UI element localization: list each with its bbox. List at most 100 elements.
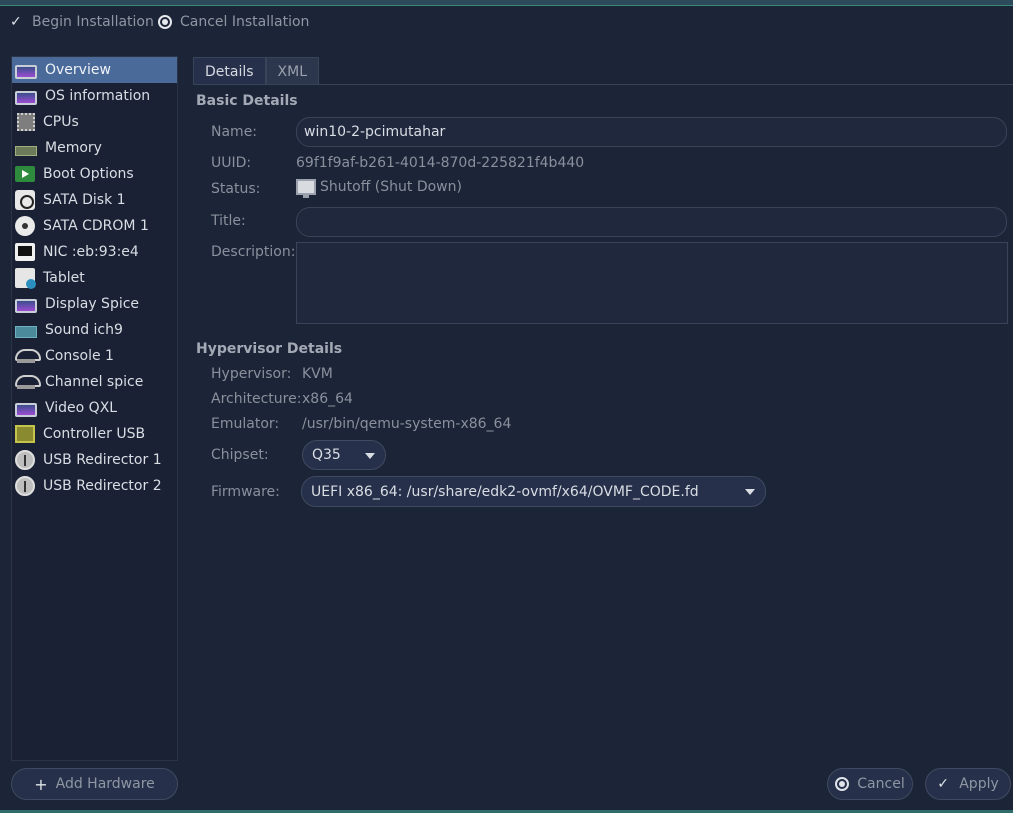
add-hardware-button[interactable]: + Add Hardware bbox=[11, 768, 178, 800]
sidebar-item-memory[interactable]: Memory bbox=[12, 135, 177, 161]
usb-controller-icon bbox=[15, 425, 35, 443]
description-textarea[interactable] bbox=[296, 242, 1008, 324]
plus-icon: + bbox=[34, 774, 48, 794]
sidebar-item-label: Controller USB bbox=[43, 426, 146, 442]
description-label: Description: bbox=[211, 244, 296, 260]
name-field[interactable]: win10-2-pcimutahar bbox=[296, 117, 1007, 147]
chipset-label: Chipset: bbox=[211, 447, 269, 463]
architecture-value: x86_64 bbox=[302, 391, 353, 407]
sidebar-item-console-1[interactable]: Console 1 bbox=[12, 343, 177, 369]
sidebar-item-video-qxl[interactable]: Video QXL bbox=[12, 395, 177, 421]
cancel-button[interactable]: Cancel bbox=[827, 768, 913, 800]
firmware-label: Firmware: bbox=[211, 484, 280, 500]
sidebar-item-display-spice[interactable]: Display Spice bbox=[12, 291, 177, 317]
cancel-label: Cancel bbox=[857, 776, 905, 792]
sidebar-item-nic[interactable]: NIC :eb:93:e4 bbox=[12, 239, 177, 265]
sidebar-item-label: Display Spice bbox=[45, 296, 140, 312]
sidebar-item-label: Boot Options bbox=[43, 166, 134, 182]
sidebar-item-label: Console 1 bbox=[45, 348, 114, 364]
details-panel: Basic Details Name: win10-2-pcimutahar U… bbox=[193, 84, 1013, 764]
disk-icon bbox=[15, 190, 35, 210]
monitor-shutoff-icon bbox=[296, 179, 316, 198]
cancel-installation-label: Cancel Installation bbox=[180, 14, 310, 30]
memory-icon bbox=[15, 145, 37, 156]
status-value: Shutoff (Shut Down) bbox=[320, 179, 462, 195]
cdrom-icon bbox=[15, 216, 35, 236]
monitor-icon bbox=[15, 64, 37, 79]
sidebar-item-boot-options[interactable]: Boot Options bbox=[12, 161, 177, 187]
sidebar-item-label: Sound ich9 bbox=[45, 322, 123, 338]
sidebar-item-label: USB Redirector 2 bbox=[43, 478, 162, 494]
sidebar-item-controller-usb[interactable]: Controller USB bbox=[12, 421, 177, 447]
uuid-label: UUID: bbox=[211, 155, 252, 171]
apply-button[interactable]: ✓ Apply bbox=[925, 768, 1011, 800]
toolbar: ✓ Begin Installation Cancel Installation bbox=[0, 12, 1013, 38]
checkmark-icon: ✓ bbox=[937, 776, 949, 792]
tab-xml[interactable]: XML bbox=[265, 57, 320, 85]
sidebar-item-sata-cdrom-1[interactable]: SATA CDROM 1 bbox=[12, 213, 177, 239]
hypervisor-details-heading: Hypervisor Details bbox=[196, 341, 343, 357]
window-top-strip bbox=[0, 0, 1013, 6]
network-icon bbox=[15, 243, 35, 261]
emulator-value: /usr/bin/qemu-system-x86_64 bbox=[302, 416, 512, 432]
sidebar-item-label: Video QXL bbox=[45, 400, 118, 416]
sidebar-item-sata-disk-1[interactable]: SATA Disk 1 bbox=[12, 187, 177, 213]
status-label: Status: bbox=[211, 181, 261, 197]
cancel-radio-icon bbox=[158, 15, 172, 29]
sidebar-item-label: Memory bbox=[45, 140, 102, 156]
begin-installation-label: Begin Installation bbox=[32, 14, 154, 30]
tab-details[interactable]: Details bbox=[193, 57, 266, 85]
hardware-list: Overview OS information CPUs Memory Boot… bbox=[11, 56, 178, 761]
sidebar-item-label: OS information bbox=[45, 88, 151, 104]
chipset-value: Q35 bbox=[312, 447, 341, 463]
firmware-value: UEFI x86_64: /usr/share/edk2-ovmf/x64/OV… bbox=[311, 483, 699, 500]
chevron-down-icon bbox=[365, 453, 375, 459]
console-icon bbox=[15, 347, 41, 365]
cpu-icon bbox=[17, 113, 35, 131]
architecture-label: Architecture: bbox=[211, 391, 302, 407]
sidebar-item-label: Overview bbox=[45, 62, 111, 78]
usb-redirector-icon bbox=[15, 476, 35, 496]
hypervisor-label: Hypervisor: bbox=[211, 366, 292, 382]
hypervisor-value: KVM bbox=[302, 366, 333, 382]
status-value-wrap: Shutoff (Shut Down) bbox=[296, 179, 462, 198]
sidebar-item-label: SATA CDROM 1 bbox=[43, 218, 149, 234]
usb-redirector-icon bbox=[15, 450, 35, 470]
monitor-icon bbox=[15, 90, 37, 105]
title-field[interactable] bbox=[296, 207, 1007, 237]
sound-card-icon bbox=[15, 326, 37, 338]
boot-icon bbox=[15, 166, 35, 182]
cancel-icon bbox=[835, 777, 850, 791]
sidebar-item-usb-redirector-2[interactable]: USB Redirector 2 bbox=[12, 473, 177, 499]
sidebar-item-label: USB Redirector 1 bbox=[43, 452, 162, 468]
sidebar-item-label: Tablet bbox=[43, 270, 85, 286]
sidebar-item-tablet[interactable]: Tablet bbox=[12, 265, 177, 291]
sidebar-item-label: Channel spice bbox=[45, 374, 144, 390]
sidebar-item-os-information[interactable]: OS information bbox=[12, 83, 177, 109]
video-icon bbox=[15, 402, 37, 417]
sidebar-item-cpus[interactable]: CPUs bbox=[12, 109, 177, 135]
uuid-value: 69f1f9af-b261-4014-870d-225821f4b440 bbox=[296, 155, 585, 171]
channel-icon bbox=[15, 373, 41, 391]
apply-label: Apply bbox=[959, 776, 999, 792]
firmware-dropdown[interactable]: UEFI x86_64: /usr/share/edk2-ovmf/x64/OV… bbox=[301, 476, 766, 507]
sidebar-item-channel-spice[interactable]: Channel spice bbox=[12, 369, 177, 395]
add-hardware-label: Add Hardware bbox=[55, 776, 155, 792]
title-label: Title: bbox=[211, 213, 246, 229]
sidebar-item-label: CPUs bbox=[43, 114, 79, 130]
name-label: Name: bbox=[211, 124, 258, 140]
cancel-installation-button[interactable]: Cancel Installation bbox=[158, 14, 309, 30]
chipset-dropdown[interactable]: Q35 bbox=[302, 440, 386, 470]
chevron-down-icon bbox=[745, 489, 755, 495]
sidebar-item-label: NIC :eb:93:e4 bbox=[43, 244, 139, 260]
sidebar-item-overview[interactable]: Overview bbox=[12, 57, 177, 83]
sidebar-item-usb-redirector-1[interactable]: USB Redirector 1 bbox=[12, 447, 177, 473]
begin-installation-button[interactable]: ✓ Begin Installation bbox=[10, 14, 154, 30]
basic-details-heading: Basic Details bbox=[196, 93, 298, 109]
tablet-icon bbox=[15, 268, 36, 289]
sidebar-item-label: SATA Disk 1 bbox=[43, 192, 126, 208]
sidebar-item-sound-ich9[interactable]: Sound ich9 bbox=[12, 317, 177, 343]
tab-bar: Details XML bbox=[193, 57, 320, 85]
display-icon bbox=[15, 298, 37, 313]
emulator-label: Emulator: bbox=[211, 416, 280, 432]
